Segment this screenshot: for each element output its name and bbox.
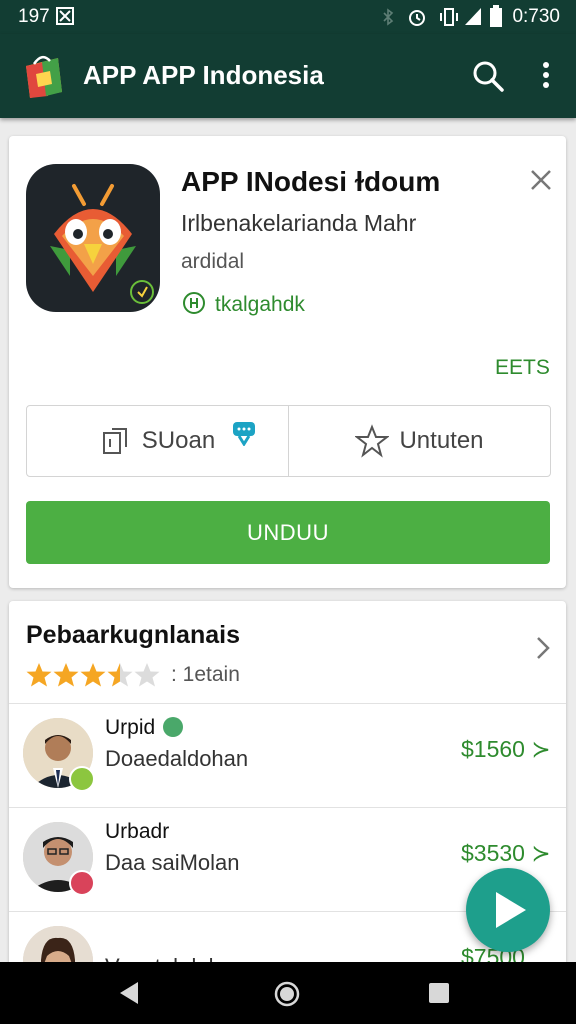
wishlist-button[interactable]: Untuten [288, 406, 550, 476]
chevron-right-icon[interactable] [535, 635, 551, 661]
review-text: Daa saiMolan [105, 850, 240, 875]
verified-badge: tkalgahdk [181, 290, 305, 317]
app-icon[interactable] [26, 164, 160, 312]
reviews-title: Pebaarkugnlanais [26, 621, 240, 649]
app-name: APP INodesi ɫdoum [181, 166, 441, 197]
status-bar: 197 0:730 [0, 0, 576, 34]
status-time: 197 [18, 6, 50, 27]
vibrate-icon [438, 6, 460, 34]
rating-stars [26, 661, 160, 689]
close-icon[interactable] [527, 166, 555, 194]
reviewer-name: Urpid [105, 716, 184, 740]
review-price: $1560 ≻ [461, 736, 551, 762]
star-icon [80, 663, 106, 687]
app-category: ardidal [181, 250, 245, 273]
review-count: : 1etain [171, 663, 240, 686]
verified-label: tkalgahdk [215, 293, 305, 316]
review-text: Doaedaldohan [105, 746, 249, 771]
store-bag-logo [22, 52, 66, 100]
content-rating: EETS [495, 356, 550, 379]
verified-dot-icon [163, 717, 184, 737]
star-icon [26, 663, 52, 687]
share-button[interactable]: SUoan [27, 406, 288, 476]
app-details-card: APP INodesi ɫdoum Irlbenakelarianda Mahr… [9, 136, 566, 588]
action-button-row: SUoan Untuten [26, 405, 551, 477]
search-icon[interactable] [470, 58, 506, 94]
review-price: $3530 ≻ [461, 840, 551, 866]
battery-icon [490, 5, 502, 33]
play-fab-button[interactable] [466, 868, 550, 952]
signal-icon [464, 6, 482, 32]
share-icon [102, 428, 127, 454]
alarm-icon [406, 6, 428, 34]
chat-badge-icon [231, 420, 267, 453]
verified-icon [183, 292, 205, 314]
app-bar: APP APP Indonesia [0, 34, 576, 118]
star-icon [53, 663, 79, 687]
play-icon [496, 892, 526, 928]
bluetooth-icon [382, 8, 394, 32]
star-empty-icon [134, 663, 160, 687]
home-icon[interactable] [274, 981, 300, 1012]
overflow-menu-icon[interactable] [536, 58, 556, 94]
star-half-icon [107, 663, 133, 687]
image-icon [56, 7, 74, 31]
status-clock: 0:730 [512, 6, 560, 27]
back-icon[interactable] [118, 980, 140, 1011]
level-badge-icon [69, 870, 95, 896]
level-badge-icon [69, 766, 95, 792]
install-label: UNDUU [247, 519, 329, 545]
wishlist-label: Untuten [399, 427, 484, 454]
system-nav-bar [0, 962, 576, 1024]
review-row[interactable]: Urpid Doaedaldohan $1560 ≻ [9, 703, 566, 806]
developer-name[interactable]: Irlbenakelarianda Mahr [181, 210, 416, 237]
star-outline-icon [355, 424, 390, 458]
recents-icon[interactable] [428, 982, 450, 1009]
app-bar-title: APP APP Indonesia [83, 60, 324, 90]
reviewer-name: Urbadr [105, 820, 170, 843]
share-label: SUoan [141, 427, 216, 454]
install-button[interactable]: UNDUU [26, 501, 550, 564]
